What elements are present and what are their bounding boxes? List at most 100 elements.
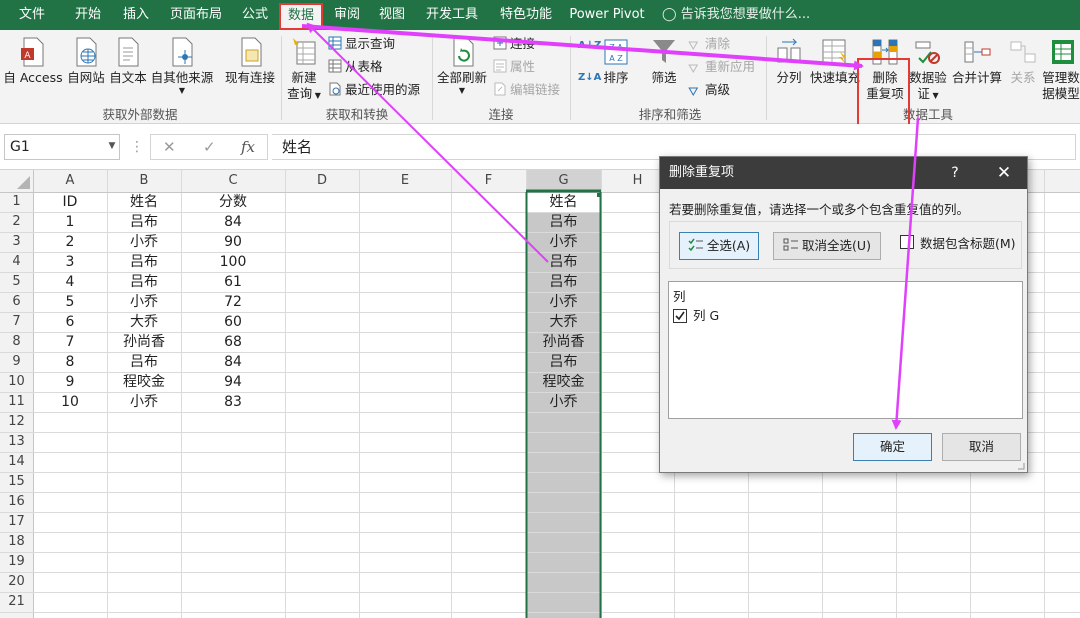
table-cell[interactable]: 84	[181, 352, 285, 372]
table-header-cell[interactable]: 姓名	[107, 192, 181, 212]
unselect-all-button[interactable]: 取消全选(U)	[773, 232, 881, 260]
row-header[interactable]: 13	[0, 432, 33, 452]
table-header-cell[interactable]: ID	[33, 192, 107, 212]
from-table-button[interactable]: 从表格	[328, 59, 383, 75]
table-cell[interactable]: 60	[181, 312, 285, 332]
table-cell[interactable]: 小乔	[107, 232, 181, 252]
clear-filter-button[interactable]: ⛛ 清除	[688, 36, 730, 53]
new-query-button[interactable]: 新建 查询 ▼	[284, 36, 324, 104]
tab-review[interactable]: 审阅	[326, 0, 368, 30]
column-g-cell[interactable]: 孙尚香	[526, 332, 601, 352]
column-g-cell[interactable]: 吕布	[526, 272, 601, 292]
table-cell[interactable]: 61	[181, 272, 285, 292]
filter-button[interactable]: 筛选	[644, 36, 684, 86]
row-header[interactable]: 5	[0, 272, 33, 292]
tab-page-layout[interactable]: 页面布局	[160, 0, 232, 30]
table-cell[interactable]: 100	[181, 252, 285, 272]
table-cell[interactable]: 3	[33, 252, 107, 272]
row-header[interactable]: 6	[0, 292, 33, 312]
column-g-cell[interactable]: 小乔	[526, 392, 601, 412]
row-header[interactable]: 20	[0, 572, 33, 592]
row-header[interactable]: 12	[0, 412, 33, 432]
row-header[interactable]: 2	[0, 212, 33, 232]
close-icon[interactable]: ✕	[990, 157, 1018, 189]
table-cell[interactable]: 吕布	[107, 272, 181, 292]
table-cell[interactable]: 83	[181, 392, 285, 412]
consolidate-button[interactable]: 合并计算	[950, 36, 1004, 86]
properties-button[interactable]: 属性	[493, 59, 535, 75]
manage-data-model-button[interactable]: 管理数 据模型	[1042, 36, 1080, 102]
column-header-c[interactable]: C	[181, 170, 285, 192]
table-cell[interactable]: 程咬金	[107, 372, 181, 392]
table-cell[interactable]: 94	[181, 372, 285, 392]
check-icon[interactable]: ✓	[203, 135, 216, 159]
insert-function-icon[interactable]: fx	[241, 135, 255, 159]
table-cell[interactable]: 84	[181, 212, 285, 232]
existing-connections-button[interactable]: 现有连接	[220, 36, 280, 86]
row-header[interactable]: 8	[0, 332, 33, 352]
edit-links-button[interactable]: 编辑链接	[493, 82, 560, 98]
column-header-d[interactable]: D	[285, 170, 359, 192]
row-header[interactable]: 16	[0, 492, 33, 512]
row-header[interactable]: 1	[0, 192, 33, 212]
row-header[interactable]: 14	[0, 452, 33, 472]
tab-file[interactable]: 文件	[4, 0, 60, 30]
table-cell[interactable]: 小乔	[107, 292, 181, 312]
name-box[interactable]: G1	[4, 134, 120, 160]
column-g-cell[interactable]: 程咬金	[526, 372, 601, 392]
table-cell[interactable]: 吕布	[107, 352, 181, 372]
column-header-i[interactable]: I	[1068, 170, 1080, 192]
dialog-titlebar[interactable]: 删除重复项 ? ✕	[660, 157, 1027, 189]
column-g-cell[interactable]: 小乔	[526, 232, 601, 252]
columns-list[interactable]: 列 列 G	[668, 281, 1023, 419]
row-header[interactable]: 11	[0, 392, 33, 412]
tab-home[interactable]: 开始	[62, 0, 114, 30]
select-all-button[interactable]: 全选(A)	[679, 232, 759, 260]
table-header-cell[interactable]: 分数	[181, 192, 285, 212]
refresh-all-button[interactable]: 全部刷新 ▼	[434, 36, 490, 96]
from-web-button[interactable]: 自网站	[64, 36, 108, 86]
chevron-down-icon[interactable]: ▼	[106, 134, 118, 160]
resize-grip-icon[interactable]	[1015, 460, 1025, 470]
data-validation-button[interactable]: 数据验 证 ▼	[908, 36, 948, 104]
tell-me-search[interactable]: ◯ 告诉我您想要做什么...	[662, 0, 810, 30]
tab-view[interactable]: 视图	[370, 0, 414, 30]
advanced-filter-button[interactable]: ⛛ 高级	[688, 82, 730, 99]
show-queries-button[interactable]: 显示查询	[328, 36, 395, 52]
active-cell-g1[interactable]: 姓名	[526, 192, 601, 212]
column-g-cell[interactable]: 吕布	[526, 252, 601, 272]
table-cell[interactable]: 1	[33, 212, 107, 232]
table-cell[interactable]: 大乔	[107, 312, 181, 332]
text-to-columns-button[interactable]: 分列	[770, 36, 808, 86]
row-header[interactable]: 4	[0, 252, 33, 272]
cancel-button[interactable]: 取消	[942, 433, 1021, 461]
table-cell[interactable]: 72	[181, 292, 285, 312]
table-cell[interactable]: 2	[33, 232, 107, 252]
reapply-button[interactable]: ⛛ 重新应用	[688, 59, 755, 76]
relationships-button[interactable]: 关系	[1004, 36, 1042, 86]
column-header-g[interactable]: G	[526, 170, 601, 192]
ok-button[interactable]: 确定	[853, 433, 932, 461]
tab-data[interactable]: 数据	[279, 3, 323, 30]
row-header[interactable]: 21	[0, 592, 33, 612]
row-header[interactable]: 19	[0, 552, 33, 572]
formula-bar-resize-handle[interactable]: ⋮	[130, 134, 144, 160]
row-header[interactable]: 10	[0, 372, 33, 392]
column-g-cell[interactable]: 吕布	[526, 212, 601, 232]
has-headers-checkbox[interactable]	[900, 235, 914, 249]
from-other-sources-button[interactable]: 自其他来源 ▼	[148, 36, 216, 96]
table-cell[interactable]: 8	[33, 352, 107, 372]
table-cell[interactable]: 6	[33, 312, 107, 332]
row-header[interactable]: 7	[0, 312, 33, 332]
tab-insert[interactable]: 插入	[114, 0, 158, 30]
tab-developer[interactable]: 开发工具	[418, 0, 486, 30]
tab-special-features[interactable]: 特色功能	[490, 0, 562, 30]
table-cell[interactable]: 吕布	[107, 212, 181, 232]
table-cell[interactable]: 5	[33, 292, 107, 312]
sort-button[interactable]: Z A A Z 排序	[596, 36, 636, 86]
row-header[interactable]: 9	[0, 352, 33, 372]
cancel-icon[interactable]: ✕	[163, 135, 176, 159]
table-cell[interactable]: 68	[181, 332, 285, 352]
flash-fill-button[interactable]: 快速填充	[810, 36, 860, 86]
row-header[interactable]: 18	[0, 532, 33, 552]
